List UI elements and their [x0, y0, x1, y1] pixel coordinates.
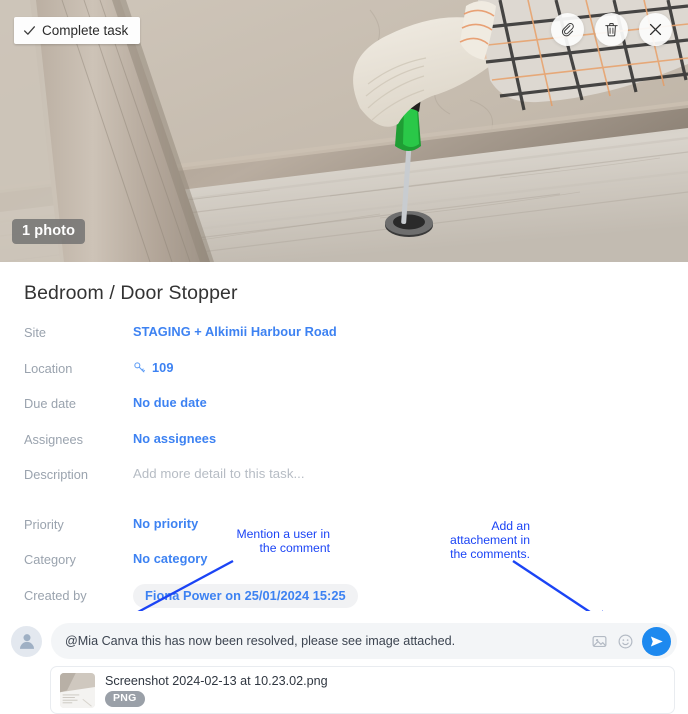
delete-button[interactable] — [595, 13, 628, 46]
paperclip-icon — [561, 22, 574, 37]
field-description: Description Add more detail to this task… — [24, 466, 664, 502]
field-category: Category No category — [24, 551, 664, 587]
photo-count-badge: 1 photo — [12, 219, 86, 244]
comment-attachment[interactable]: Screenshot 2024-02-13 at 10.23.02.png PN… — [50, 666, 675, 714]
image-icon — [592, 635, 606, 647]
field-label-assignees: Assignees — [24, 431, 84, 447]
photo-action-bar — [551, 13, 672, 46]
close-icon — [649, 23, 662, 36]
close-button[interactable] — [639, 13, 672, 46]
image-attach-button[interactable] — [589, 631, 609, 651]
task-photo[interactable]: Complete task 1 photo — [0, 0, 688, 262]
description-input[interactable]: Add more detail to this task... — [133, 466, 305, 481]
attach-button[interactable] — [551, 13, 584, 46]
emoji-icon — [618, 634, 632, 648]
attachment-type-badge: PNG — [105, 690, 145, 707]
field-assignees: Assignees No assignees — [24, 431, 664, 467]
attachment-filename: Screenshot 2024-02-13 at 10.23.02.png — [105, 673, 328, 688]
page-title: Bedroom / Door Stopper — [24, 282, 238, 304]
send-comment-button[interactable] — [642, 626, 671, 656]
complete-task-button[interactable]: Complete task — [14, 17, 141, 44]
field-priority: Priority No priority — [24, 516, 664, 552]
attachment-meta: Screenshot 2024-02-13 at 10.23.02.png PN… — [105, 674, 328, 707]
field-due-date: Due date No due date — [24, 395, 664, 431]
send-icon — [650, 636, 663, 646]
field-label-created-by: Created by — [24, 587, 87, 603]
field-value-location[interactable]: 109 — [133, 360, 174, 375]
task-detail-screen: Complete task 1 photo Bedroom / Door Sto… — [0, 0, 688, 714]
comment-text[interactable]: @Mia Canva this has now been resolved, p… — [65, 634, 583, 648]
comment-input-row: @Mia Canva this has now been resolved, p… — [11, 621, 677, 661]
emoji-button[interactable] — [615, 631, 635, 651]
avatar — [11, 625, 42, 657]
key-icon — [134, 361, 145, 372]
created-by-badge: Fiona Power on 25/01/2024 15:25 — [133, 583, 358, 608]
field-label-priority: Priority — [24, 516, 64, 532]
complete-task-label: Complete task — [42, 23, 129, 38]
field-value-category[interactable]: No category — [133, 551, 208, 566]
field-value-site[interactable]: STAGING + Alkimii Harbour Road — [133, 324, 337, 339]
trash-icon — [605, 23, 618, 37]
field-location: Location 109 — [24, 360, 664, 396]
comment-composer: @Mia Canva this has now been resolved, p… — [0, 611, 688, 714]
attachment-thumbnail — [60, 672, 95, 708]
field-value-due-date[interactable]: No due date — [133, 395, 207, 410]
field-site: Site STAGING + Alkimii Harbour Road — [24, 324, 664, 360]
field-label-site: Site — [24, 325, 47, 340]
check-icon — [23, 26, 36, 35]
user-avatar-icon — [19, 634, 34, 649]
field-label-category: Category — [24, 552, 76, 567]
thumbnail-preview-icon — [60, 672, 95, 708]
field-value-priority[interactable]: No priority — [133, 516, 198, 531]
field-label-description: Description — [24, 467, 89, 482]
location-number: 109 — [152, 359, 174, 375]
field-label-location: Location — [24, 360, 73, 376]
field-value-assignees[interactable]: No assignees — [133, 431, 216, 446]
comment-input[interactable]: @Mia Canva this has now been resolved, p… — [51, 623, 677, 659]
field-label-due-date: Due date — [24, 396, 76, 411]
